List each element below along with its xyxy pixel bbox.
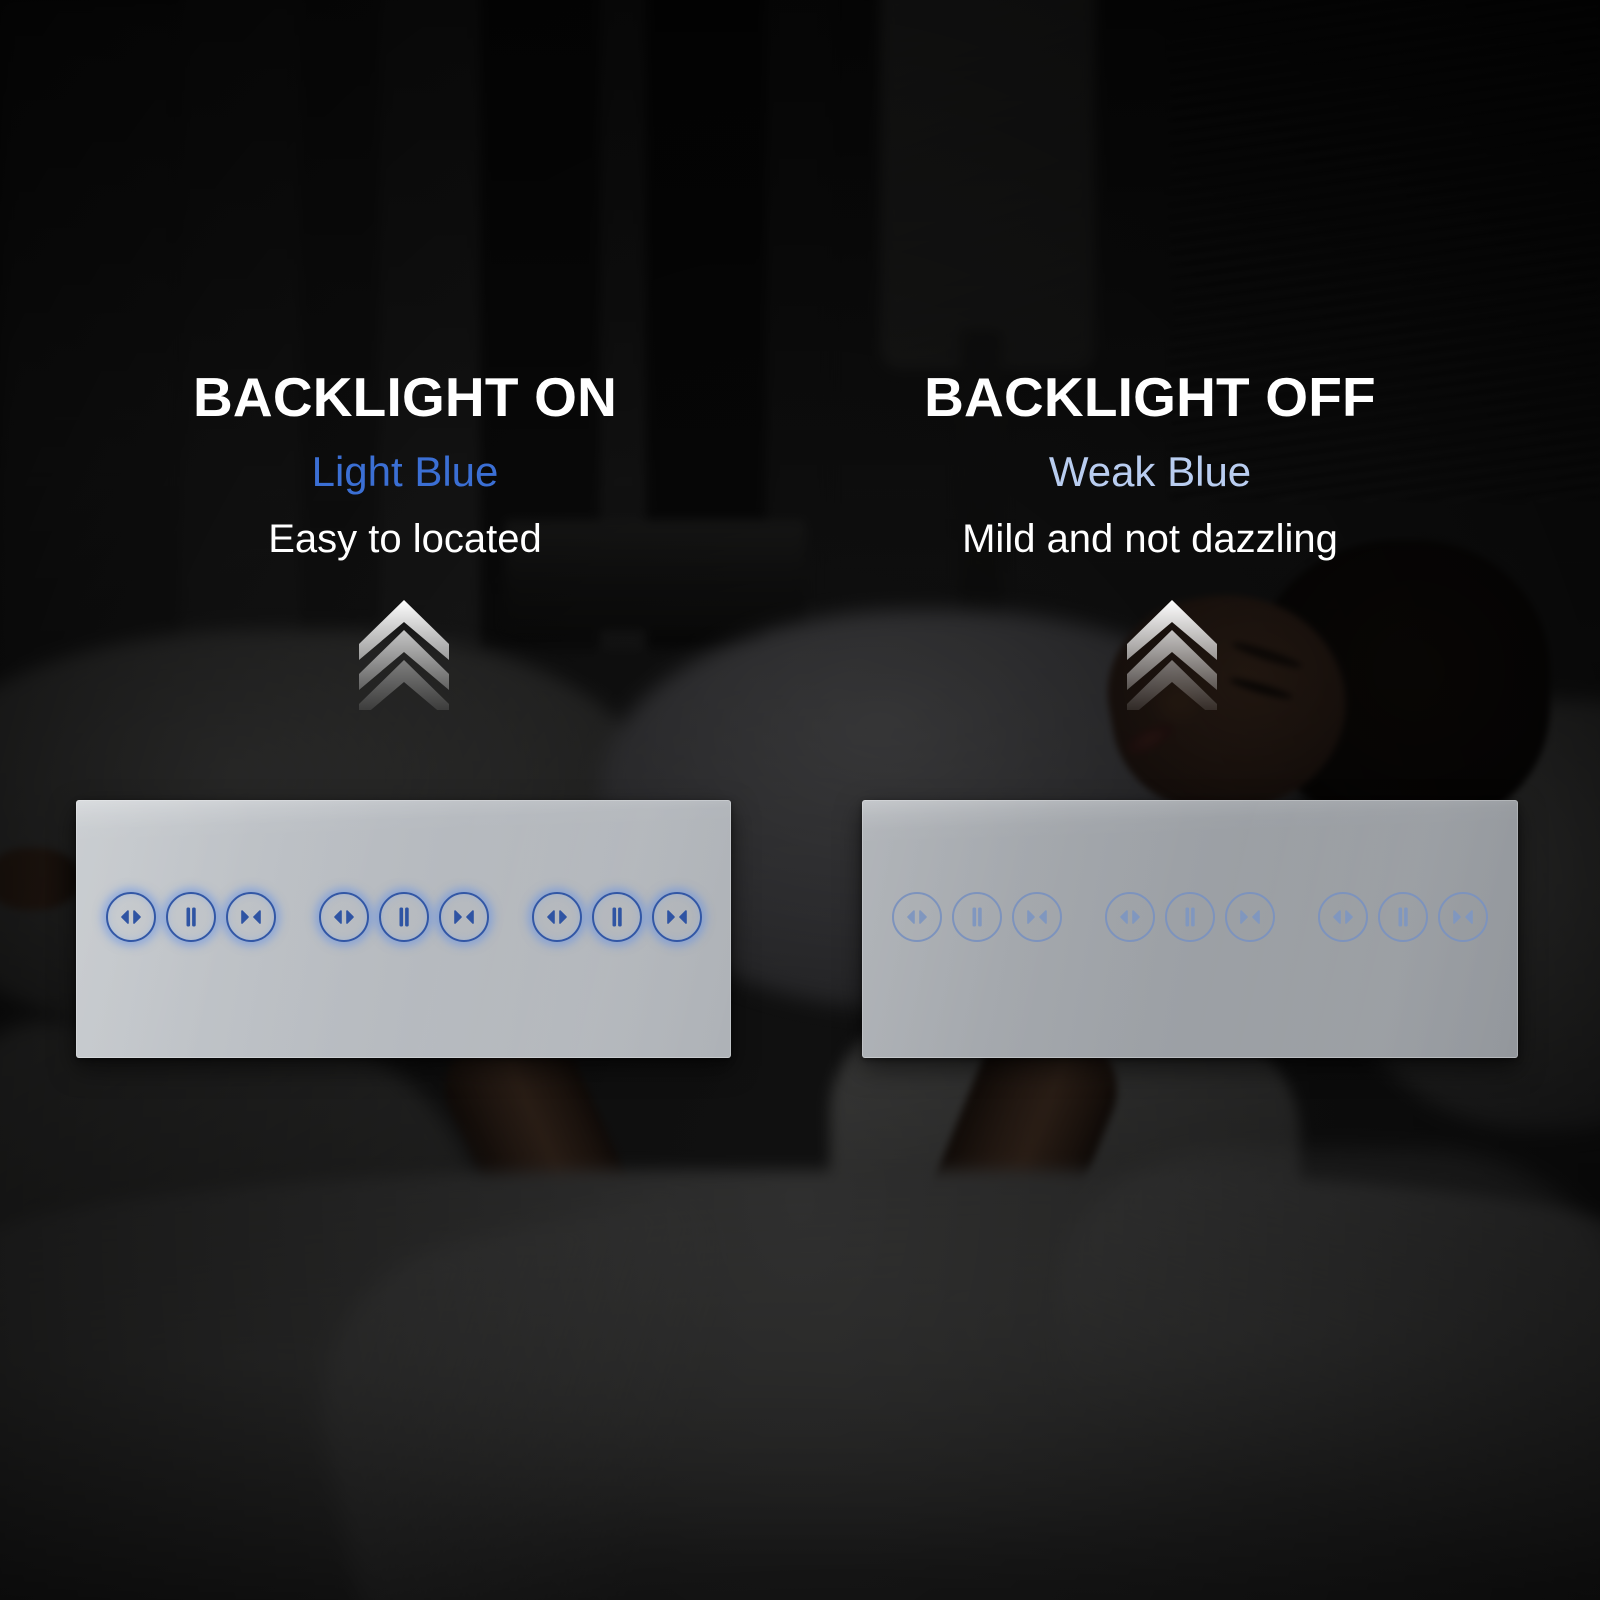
curtain-open-icon[interactable] — [1104, 892, 1155, 942]
curtain-open-icon[interactable] — [105, 892, 156, 942]
curtain-open-icon[interactable] — [1318, 892, 1369, 942]
curtain-close-icon[interactable] — [1224, 892, 1275, 942]
triple-chevron-up-icon — [1124, 598, 1220, 720]
triple-chevron-up-icon — [356, 598, 452, 720]
curtain-pause-icon[interactable] — [591, 892, 642, 942]
headline-backlight-on: BACKLIGHT ON — [192, 366, 618, 428]
gang-1 — [891, 892, 1062, 942]
curtain-pause-icon[interactable] — [951, 892, 1002, 942]
subhead-weak-blue: Weak Blue — [1048, 448, 1252, 495]
gang-3 — [1318, 892, 1489, 942]
gang-3 — [531, 892, 702, 942]
headline-backlight-off: BACKLIGHT OFF — [924, 366, 1376, 428]
gang-1 — [105, 892, 276, 942]
gang-2 — [1104, 892, 1275, 942]
curtain-pause-icon[interactable] — [1164, 892, 1215, 942]
column-backlight-off: BACKLIGHT OFF Weak Blue Mild and not daz… — [800, 366, 1500, 561]
curtain-close-icon[interactable] — [225, 892, 276, 942]
curtain-open-icon[interactable] — [891, 892, 942, 942]
column-backlight-on: BACKLIGHT ON Light Blue Easy to located — [55, 366, 755, 561]
gang-row — [862, 892, 1518, 942]
switch-panel-backlight-off — [862, 800, 1518, 1058]
curtain-pause-icon[interactable] — [165, 892, 216, 942]
switch-panel-backlight-on — [76, 800, 731, 1058]
curtain-close-icon[interactable] — [438, 892, 489, 942]
curtain-pause-icon[interactable] — [1378, 892, 1429, 942]
caption-easy-to-located: Easy to located — [268, 517, 542, 561]
curtain-open-icon[interactable] — [318, 892, 369, 942]
gang-row — [76, 892, 731, 942]
curtain-close-icon[interactable] — [1438, 892, 1489, 942]
caption-mild-and-not-dazzling: Mild and not dazzling — [962, 517, 1338, 561]
curtain-pause-icon[interactable] — [378, 892, 429, 942]
product-comparison-image: BACKLIGHT ON Light Blue Easy to located … — [0, 0, 1600, 1600]
curtain-open-icon[interactable] — [531, 892, 582, 942]
subhead-light-blue: Light Blue — [311, 448, 499, 495]
curtain-close-icon[interactable] — [651, 892, 702, 942]
curtain-close-icon[interactable] — [1011, 892, 1062, 942]
gang-2 — [318, 892, 489, 942]
